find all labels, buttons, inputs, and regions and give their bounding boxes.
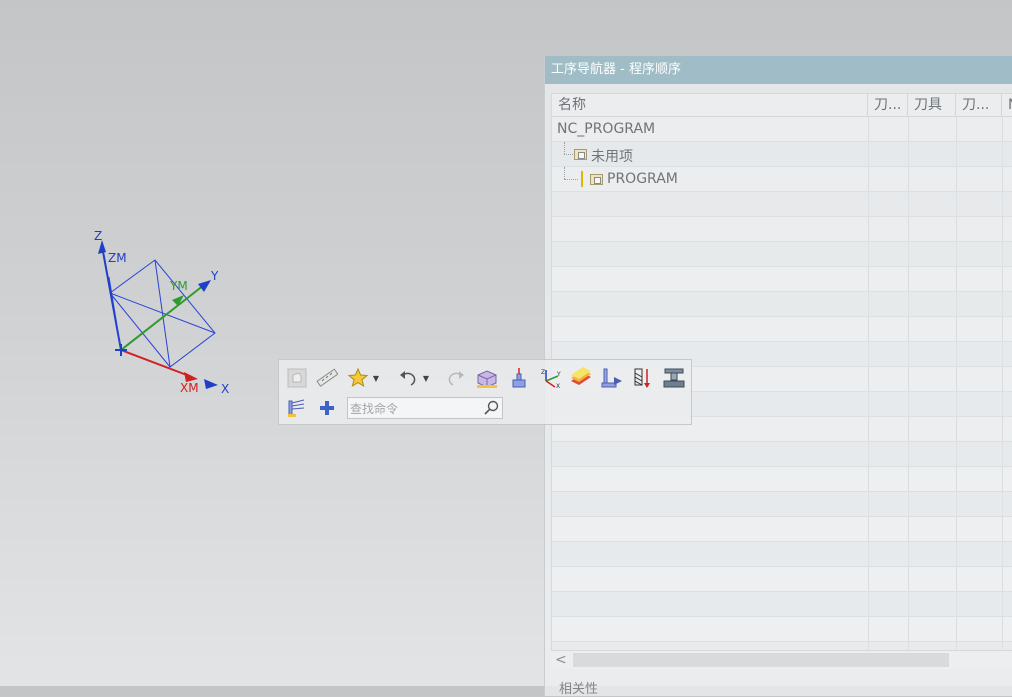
geometry-mcs-icon[interactable] (506, 365, 532, 391)
tool-orient-icon[interactable] (599, 365, 625, 391)
x-axis-line (120, 349, 193, 378)
undo-icon[interactable] (395, 365, 421, 391)
empty-row (552, 617, 1012, 642)
y-label: Y (210, 269, 219, 283)
disabled-part-icon[interactable] (284, 365, 310, 391)
empty-row (552, 517, 1012, 542)
machine-tool-icon[interactable] (661, 365, 687, 391)
column-header-tool-change[interactable]: 刀... (868, 94, 908, 116)
empty-row (552, 567, 1012, 592)
empty-row (552, 317, 1012, 342)
svg-text:Z: Z (541, 369, 545, 376)
measure-ruler-icon[interactable] (314, 365, 340, 391)
command-search-box[interactable] (347, 397, 503, 420)
svg-text:X: X (556, 383, 560, 389)
workpiece-icon[interactable] (474, 365, 500, 391)
tree-row-unused-items[interactable]: 未用项 (552, 142, 1012, 167)
dependencies-panel-label[interactable]: 相关性 (559, 678, 598, 697)
column-header-name[interactable]: 名称 (552, 94, 868, 116)
add-icon[interactable] (314, 395, 340, 421)
favorite-star-icon[interactable] (345, 365, 371, 391)
tree-connector (564, 154, 573, 155)
empty-row (552, 492, 1012, 517)
horizontal-scrollbar[interactable]: < (551, 650, 1012, 669)
empty-row (552, 242, 1012, 267)
xm-label: XM (180, 381, 199, 395)
svg-text:Y: Y (556, 371, 561, 378)
tree-row-nc-program[interactable]: NC_PROGRAM (552, 117, 1012, 142)
scroll-left-button[interactable]: < (555, 651, 567, 669)
navigator-title[interactable]: 工序导航器 - 程序顺序 (545, 56, 1012, 84)
favorites-dropdown-icon[interactable]: ▼ (371, 365, 381, 391)
empty-row (552, 267, 1012, 292)
empty-row (552, 467, 1012, 492)
empty-row (552, 217, 1012, 242)
wcs-triad[interactable]: Z ZM Y YM X XM (80, 222, 240, 402)
navigator-header-row: 名称 刀... 刀具 刀... N (552, 94, 1012, 117)
ym-label: YM (169, 279, 188, 293)
tree-connector (564, 142, 565, 154)
tree-item-label: PROGRAM (607, 171, 678, 187)
mini-toolbar: ▼ ▼ Z YX (278, 359, 692, 425)
search-icon[interactable] (482, 399, 500, 417)
program-group-icon (574, 149, 587, 160)
warning-marker (581, 171, 583, 187)
command-search-input[interactable] (348, 398, 482, 420)
program-group-icon (590, 174, 603, 185)
empty-row (552, 592, 1012, 617)
ym-axis-arrow (172, 295, 184, 306)
y-axis-line (120, 284, 205, 351)
tree-connector (564, 167, 565, 179)
empty-row (552, 292, 1012, 317)
x-label: X (221, 382, 229, 396)
scrollbar-thumb[interactable] (573, 653, 949, 667)
z-label: Z (94, 229, 102, 243)
material-layer-icon[interactable] (568, 365, 594, 391)
column-header-tool[interactable]: 刀具 (908, 94, 956, 116)
empty-row (552, 542, 1012, 567)
csys-icon[interactable]: Z YX (537, 365, 563, 391)
redo-icon[interactable] (443, 365, 469, 391)
tree-row-program[interactable]: PROGRAM (552, 167, 1012, 192)
empty-row (552, 442, 1012, 467)
x-axis-arrow (204, 379, 218, 389)
tree-item-label: NC_PROGRAM (557, 121, 656, 137)
undo-dropdown-icon[interactable]: ▼ (421, 365, 431, 391)
column-header-tool-number[interactable]: 刀... (956, 94, 1002, 116)
column-header-extra[interactable]: N (1002, 94, 1012, 116)
operation-tree-icon[interactable] (284, 395, 310, 421)
tree-connector (564, 179, 578, 180)
tree-item-label: 未用项 (591, 149, 633, 165)
toolpath-verify-icon[interactable] (630, 365, 656, 391)
y-axis-arrow (198, 280, 211, 292)
zm-label: ZM (108, 251, 127, 265)
empty-row (552, 192, 1012, 217)
zm-axis-line (108, 276, 122, 351)
